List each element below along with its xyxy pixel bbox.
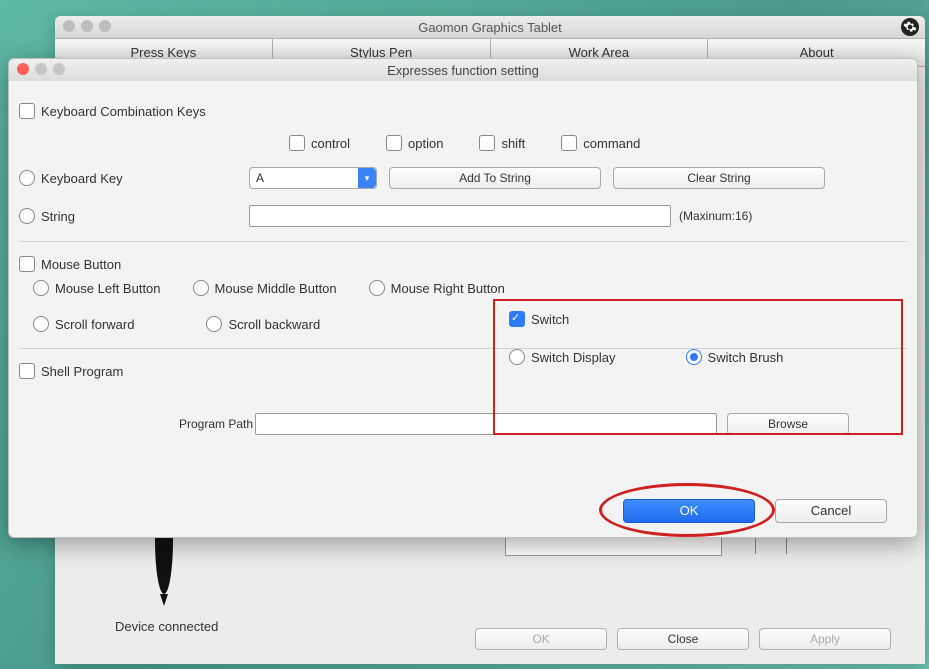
main-close-button[interactable]: Close — [617, 628, 749, 650]
switch-display-label: Switch Display — [531, 350, 616, 365]
kbd-combo-checkbox[interactable] — [19, 103, 35, 119]
mouse-right-label: Mouse Right Button — [391, 281, 505, 296]
mouse-left-radio[interactable] — [33, 280, 49, 296]
mouse-right-radio[interactable] — [369, 280, 385, 296]
key-select-value: A — [256, 171, 264, 185]
traffic-lights-main[interactable] — [63, 20, 111, 32]
switch-label: Switch — [531, 312, 569, 327]
mouse-middle-radio[interactable] — [193, 280, 209, 296]
main-apply-button[interactable]: Apply — [759, 628, 891, 650]
add-to-string-button[interactable]: Add To String — [389, 167, 601, 189]
string-label: String — [41, 209, 75, 224]
close-icon[interactable] — [17, 63, 29, 75]
mouse-middle-label: Mouse Middle Button — [215, 281, 337, 296]
mouse-button-label: Mouse Button — [41, 257, 121, 272]
switch-highlight-box: Switch Switch Display Switch Brush — [493, 299, 903, 435]
main-ok-button[interactable]: OK — [475, 628, 607, 650]
command-label: command — [583, 136, 640, 151]
command-checkbox[interactable] — [561, 135, 577, 151]
main-title: Gaomon Graphics Tablet — [418, 20, 562, 35]
divider — [19, 241, 907, 242]
device-status: Device connected — [115, 619, 218, 634]
zoom-icon[interactable] — [99, 20, 111, 32]
minimize-icon[interactable] — [81, 20, 93, 32]
zoom-icon[interactable] — [53, 63, 65, 75]
program-path-label: Program Path — [179, 417, 253, 431]
string-input[interactable] — [249, 205, 671, 227]
pen-tip-icon — [160, 594, 168, 606]
scroll-forward-label: Scroll forward — [55, 317, 134, 332]
kbd-key-label: Keyboard Key — [41, 171, 123, 186]
scroll-backward-radio[interactable] — [206, 316, 222, 332]
gear-icon[interactable] — [901, 18, 919, 36]
option-label: option — [408, 136, 443, 151]
shift-checkbox[interactable] — [479, 135, 495, 151]
dialog-title: Expresses function setting — [387, 63, 539, 78]
dialog-titlebar: Expresses function setting — [9, 59, 917, 81]
switch-brush-label: Switch Brush — [708, 350, 784, 365]
dialog-cancel-button[interactable]: Cancel — [775, 499, 887, 523]
switch-brush-radio[interactable] — [686, 349, 702, 365]
control-label: control — [311, 136, 350, 151]
traffic-lights-dialog[interactable] — [17, 63, 65, 75]
option-checkbox[interactable] — [386, 135, 402, 151]
control-checkbox[interactable] — [289, 135, 305, 151]
clear-string-button[interactable]: Clear String — [613, 167, 825, 189]
close-icon[interactable] — [63, 20, 75, 32]
scroll-forward-radio[interactable] — [33, 316, 49, 332]
minimize-icon[interactable] — [35, 63, 47, 75]
mouse-left-label: Mouse Left Button — [55, 281, 161, 296]
switch-checkbox[interactable] — [509, 311, 525, 327]
chevron-down-icon: ▾ — [358, 168, 376, 188]
kbd-key-radio[interactable] — [19, 170, 35, 186]
string-radio[interactable] — [19, 208, 35, 224]
dialog-ok-button[interactable]: OK — [623, 499, 755, 523]
scroll-backward-label: Scroll backward — [228, 317, 320, 332]
mouse-button-checkbox[interactable] — [19, 256, 35, 272]
key-select[interactable]: A ▾ — [249, 167, 377, 189]
main-titlebar: Gaomon Graphics Tablet — [55, 16, 925, 38]
shell-program-checkbox[interactable] — [19, 363, 35, 379]
shell-program-label: Shell Program — [41, 364, 123, 379]
shift-label: shift — [501, 136, 525, 151]
switch-display-radio[interactable] — [509, 349, 525, 365]
function-dialog: Expresses function setting Keyboard Comb… — [8, 58, 918, 538]
kbd-combo-label: Keyboard Combination Keys — [41, 104, 206, 119]
string-max-label: (Maxinum:16) — [679, 209, 752, 223]
